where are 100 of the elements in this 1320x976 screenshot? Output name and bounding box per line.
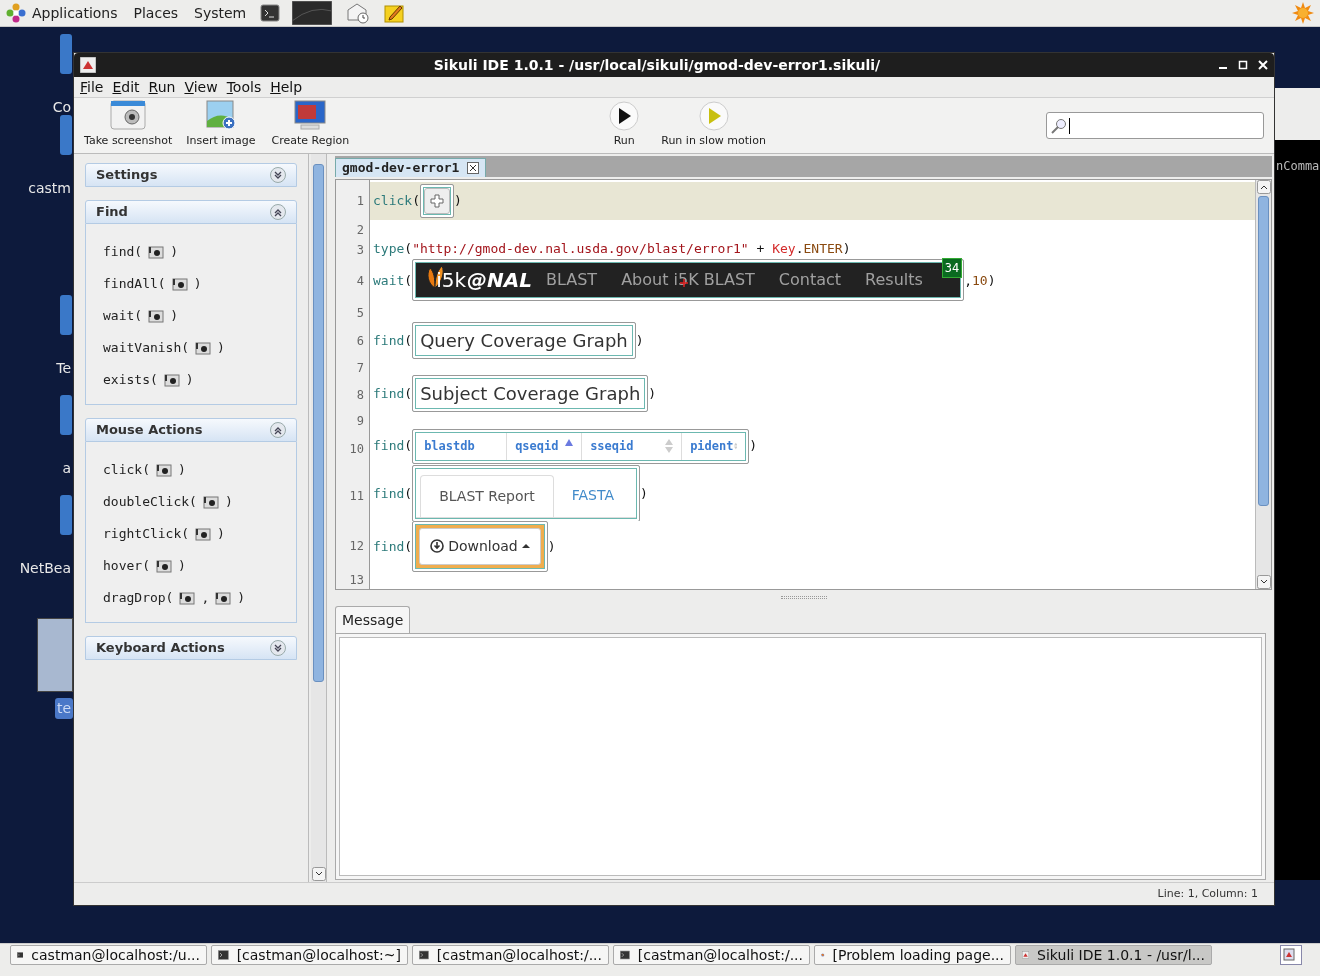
terminal-text: nComma	[1276, 158, 1320, 175]
panel-menu[interactable]: Places	[133, 2, 179, 24]
maximize-icon[interactable]	[1238, 60, 1248, 70]
image-thumbnail[interactable]: Subject Coverage Graph	[412, 374, 649, 412]
section-title: Keyboard Actions	[96, 639, 225, 658]
image-thumbnail[interactable]	[419, 183, 454, 218]
desktop-icon-label[interactable]: Te	[54, 358, 73, 379]
command-item[interactable]: wait( )	[103, 300, 296, 332]
desktop-icon-label[interactable]: NetBea	[17, 558, 73, 579]
scrollbar[interactable]	[1255, 180, 1271, 589]
code-token: find	[373, 437, 405, 456]
expand-icon[interactable]	[270, 640, 286, 656]
toolbar-button[interactable]: Run in slow motion	[661, 100, 766, 149]
code-token: )	[842, 240, 851, 259]
scroll-thumb[interactable]	[313, 164, 324, 682]
image-thumbnail[interactable]: blastdb qseqid sseqid pident	[412, 428, 750, 464]
code-token: find	[373, 332, 405, 350]
code-token: "http://gmod-dev.nal.usda.gov/blast/error1"	[412, 240, 749, 259]
command-item[interactable]: waitVanish( )	[103, 332, 296, 364]
section-header[interactable]: Find	[85, 200, 297, 224]
line-number: 13	[348, 572, 365, 589]
panel-menu[interactable]: Applications	[32, 2, 118, 24]
tab[interactable]: BLAST Report	[420, 475, 554, 518]
splitter-handle[interactable]	[780, 595, 827, 599]
search-field[interactable]	[1046, 112, 1264, 139]
scroll-down-icon[interactable]	[1256, 575, 1271, 589]
brand-text: @NAL	[467, 267, 532, 295]
section-header[interactable]: Keyboard Actions	[85, 636, 297, 660]
camera-icon	[148, 309, 165, 323]
code-token: ,	[964, 271, 972, 290]
crosshair-icon	[429, 193, 444, 208]
image-thumbnail[interactable]: i5k@NAL BLAST About i5K BLAST Contact Results 34	[412, 259, 965, 302]
desktop-icon-label[interactable]: Co	[50, 97, 73, 118]
image-thumbnail[interactable]: Query Coverage Graph	[412, 322, 636, 360]
collapse-icon[interactable]	[270, 204, 286, 220]
code-token: (	[404, 240, 413, 259]
show-desktop-icon[interactable]	[1280, 945, 1302, 965]
command-item[interactable]: exists( )	[103, 364, 296, 396]
nav-link[interactable]: About i5K BLAST	[621, 268, 755, 293]
menu-item[interactable]: File	[80, 76, 104, 98]
search-icon	[1051, 117, 1067, 134]
menu-item[interactable]: View	[184, 76, 218, 98]
nav-link[interactable]: BLAST	[546, 268, 598, 293]
section-header[interactable]: Settings	[85, 163, 297, 187]
toolbar-button[interactable]: Take screenshot	[84, 98, 173, 149]
download-button[interactable]: Download	[419, 528, 541, 565]
taskbar-button[interactable]: castman@localhost:/u...	[10, 945, 207, 965]
command-item[interactable]: rightClick( )	[103, 518, 296, 550]
scroll-up-icon[interactable]	[1256, 180, 1271, 194]
toolbar-button[interactable]: Run	[609, 100, 640, 149]
menu-item[interactable]: Tools	[226, 76, 262, 98]
line-number: 5	[355, 304, 365, 322]
nav-link[interactable]: Contact	[778, 268, 842, 293]
taskbar-button[interactable]: [castman@localhost:~]	[211, 945, 408, 965]
terminal-icon	[218, 948, 229, 962]
mail-clock-icon[interactable]	[346, 2, 371, 24]
line-number: 6	[355, 333, 365, 351]
column-label: qseqid	[515, 438, 559, 456]
panel-tab[interactable]: Message	[335, 606, 411, 633]
command-item[interactable]: click( )	[103, 454, 296, 486]
expand-icon[interactable]	[270, 167, 286, 183]
command-item[interactable]: doubleClick( )	[103, 486, 296, 518]
desktop-icon-label[interactable]: a	[60, 458, 73, 479]
command-item[interactable]: find( )	[103, 236, 296, 268]
toolbar-button[interactable]: Create Region	[271, 98, 350, 149]
scroll-thumb[interactable]	[1258, 196, 1269, 506]
code-token: ENTER	[803, 240, 843, 259]
terminal-icon[interactable]	[260, 4, 281, 22]
menu-item[interactable]: Run	[148, 76, 176, 98]
close-icon[interactable]	[467, 162, 480, 174]
notes-icon[interactable]	[384, 3, 407, 23]
scrollbar[interactable]	[311, 154, 327, 882]
app-icon	[80, 57, 96, 73]
image-thumbnail[interactable]: BLAST Report FASTA	[412, 465, 641, 523]
command-item[interactable]: findAll( )	[103, 268, 296, 300]
taskbar-button[interactable]: [castman@localhost:/...	[412, 945, 609, 965]
scroll-down-icon[interactable]	[311, 867, 326, 881]
code-token: )	[635, 332, 644, 350]
status-text: Line: 1, Column: 1	[1157, 885, 1258, 902]
menu-item[interactable]: Help	[270, 76, 303, 98]
tab[interactable]: FASTA	[553, 475, 633, 518]
download-icon	[430, 539, 445, 554]
command-item[interactable]: hover( )	[103, 550, 296, 582]
editor-tab[interactable]: gmod-dev-error1	[335, 158, 487, 177]
panel-menu[interactable]: System	[194, 2, 247, 24]
taskbar-button[interactable]: [Problem loading page...	[814, 945, 1011, 965]
desktop-icon-label[interactable]: castm	[26, 178, 73, 199]
caret-icon	[521, 543, 530, 550]
taskbar-button[interactable]: [castman@localhost:/...	[613, 945, 810, 965]
image-thumbnail[interactable]: Download	[412, 521, 548, 572]
menu-item[interactable]: Edit	[112, 76, 140, 98]
collapse-icon[interactable]	[270, 422, 286, 438]
section-header[interactable]: Mouse Actions	[85, 418, 297, 442]
taskbar-button[interactable]: Sikuli IDE 1.0.1 - /usr/l...	[1015, 945, 1212, 965]
line-number: 10	[348, 440, 365, 458]
workspace-thumbnail-icon[interactable]	[292, 1, 333, 25]
toolbar-button[interactable]: Insert image	[186, 98, 256, 149]
nav-link[interactable]: Results	[865, 268, 923, 293]
section-title: Settings	[96, 166, 158, 185]
command-item[interactable]: dragDrop( , )	[103, 582, 296, 614]
